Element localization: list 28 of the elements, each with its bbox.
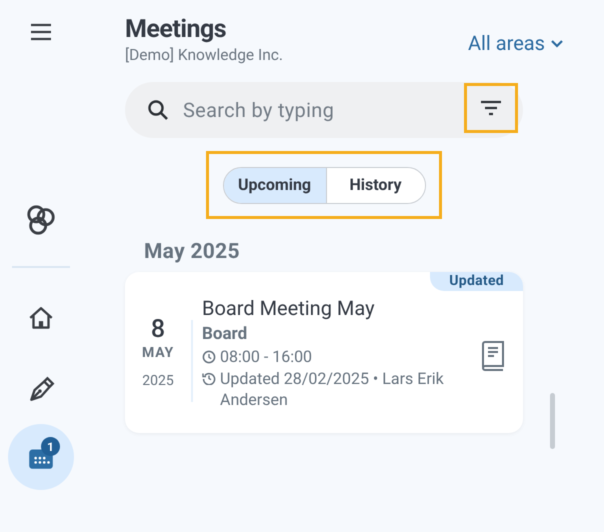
date-month: MAY [142, 344, 174, 362]
logo-icon [25, 204, 57, 236]
menu-icon[interactable] [29, 22, 53, 42]
clock-icon [202, 350, 216, 364]
date-day: 8 [150, 316, 166, 344]
meeting-time: 08:00 - 16:00 [220, 346, 312, 368]
meeting-card[interactable]: Updated 8 MAY 2025 Board Meeting May Board 08:00 - 16:00 Updated 28/02/2025 • Lars Erik Andersen [125, 272, 523, 433]
update-info: Updated 28/02/2025 • Lars Erik Andersen [220, 368, 445, 410]
filter-icon [480, 100, 502, 116]
history-icon [202, 371, 216, 385]
segment-tab[interactable]: History [326, 168, 424, 202]
area-dropdown[interactable]: All areas [468, 28, 565, 58]
date-year: 2025 [142, 372, 174, 390]
meeting-title: Board Meeting May [202, 295, 376, 322]
scrollbar[interactable] [550, 393, 555, 449]
search-field[interactable]: Search by typing [183, 95, 453, 125]
organization-name: [Demo] Knowledge Inc. [125, 45, 283, 65]
page-title: Meetings [125, 15, 228, 45]
search-icon [147, 99, 169, 121]
notification-badge: 1 [41, 437, 60, 456]
meeting-group: Board [202, 322, 462, 346]
updated-badge: Updated [430, 272, 523, 291]
book-icon [480, 340, 506, 372]
filter-button[interactable] [464, 83, 518, 133]
segment-tab[interactable]: Upcoming [224, 168, 326, 202]
search-bar[interactable]: Search by typing [125, 82, 523, 138]
nav-item[interactable]: 1 [8, 424, 74, 490]
month-heading: May 2025 [144, 239, 241, 265]
